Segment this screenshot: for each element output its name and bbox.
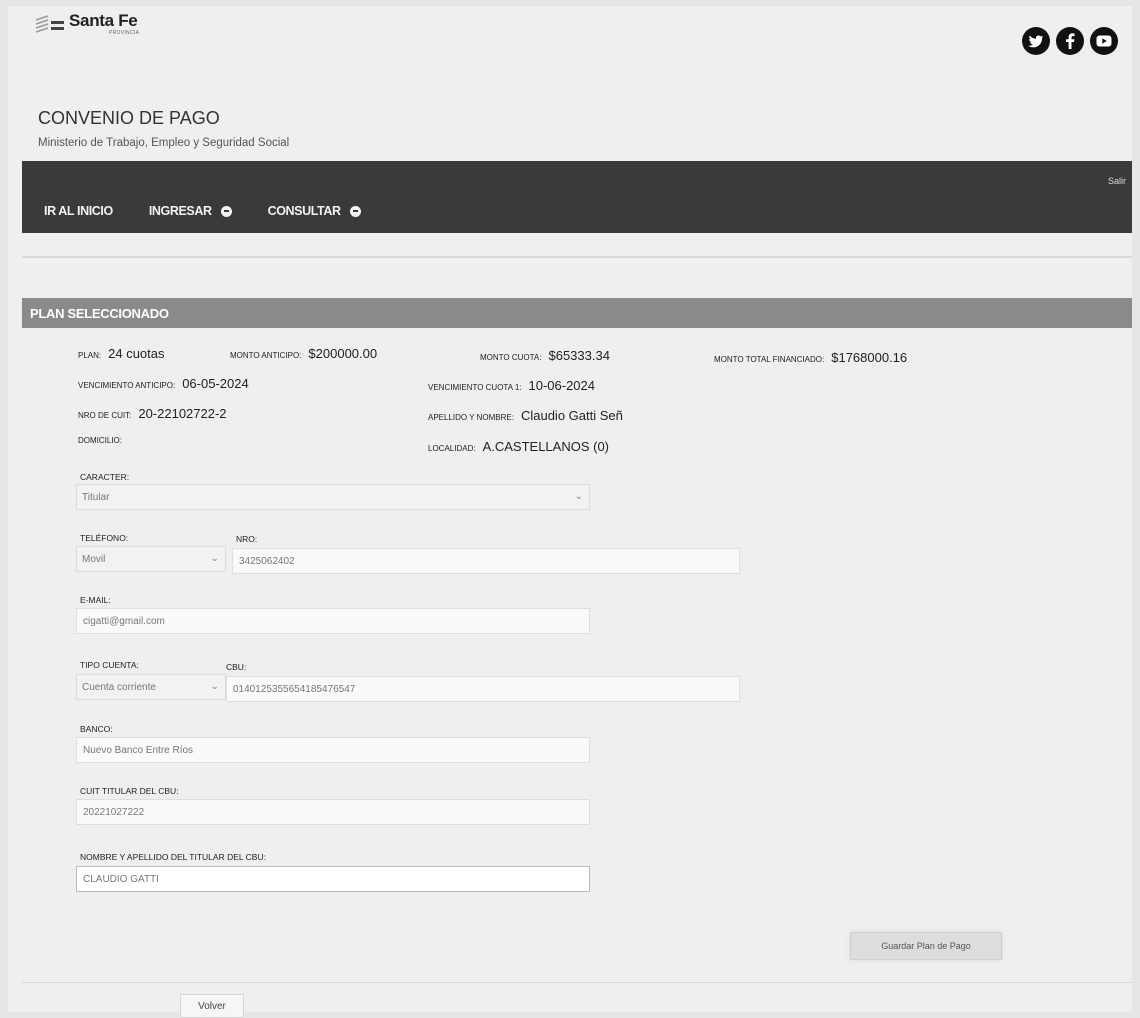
cuit-value: 20-22102722-2 xyxy=(138,406,227,421)
nro-input[interactable]: 3425062402 xyxy=(232,548,740,574)
collapse-icon xyxy=(349,205,361,217)
venc-anticipo-value: 06-05-2024 xyxy=(182,376,249,391)
anticipo-value: $200000.00 xyxy=(308,346,378,361)
nav-home[interactable]: IR AL INICIO xyxy=(44,204,113,218)
tipo-cuenta-select[interactable]: Cuenta corriente ⌄ xyxy=(76,674,226,700)
facebook-icon[interactable] xyxy=(1056,27,1084,55)
social-links xyxy=(1022,27,1118,55)
localidad-field: LOCALIDAD: A.CASTELLANOS (0) xyxy=(428,439,609,454)
venc-cuota-field: VENCIMIENTO CUOTA 1: 10-06-2024 xyxy=(428,378,595,393)
banco-label: BANCO: xyxy=(80,724,113,734)
nro-label: NRO: xyxy=(236,534,258,544)
venc-anticipo-field: VENCIMIENTO ANTICIPO: 06-05-2024 xyxy=(78,376,249,391)
chevron-down-icon: ⌄ xyxy=(210,553,219,564)
youtube-icon[interactable] xyxy=(1090,27,1118,55)
localidad-value: A.CASTELLANOS (0) xyxy=(482,439,610,454)
brand-subtitle: PROVINCIA xyxy=(109,30,140,36)
footer-divider xyxy=(22,982,1132,983)
domicilio-field: DOMICILIO: xyxy=(78,436,129,445)
chevron-down-icon: ⌄ xyxy=(574,491,583,502)
cbu-label: CBU: xyxy=(226,662,247,672)
venc-cuota-label: VENCIMIENTO CUOTA 1: xyxy=(428,383,522,392)
nav-ingresar[interactable]: INGRESAR xyxy=(149,204,232,218)
nav-ingresar-label: INGRESAR xyxy=(148,204,212,218)
tipo-cuenta-value: Cuenta corriente xyxy=(82,682,156,693)
cuota-value: $65333.34 xyxy=(548,348,610,363)
nombre-label: APELLIDO Y NOMBRE: xyxy=(428,413,514,422)
email-label: E-MAIL: xyxy=(80,595,111,605)
cuit-field: NRO DE CUIT: 20-22102722-2 xyxy=(78,406,227,421)
cuota-label: MONTO CUOTA: xyxy=(480,353,542,362)
domicilio-label: DOMICILIO: xyxy=(78,436,123,445)
tipo-cuenta-label: TIPO CUENTA: xyxy=(80,660,139,670)
telefono-value: Movil xyxy=(82,554,106,565)
brand-name: Santa Fe xyxy=(69,11,138,30)
chevron-down-icon: ⌄ xyxy=(210,681,219,692)
nav-consultar[interactable]: CONSULTAR xyxy=(268,204,361,218)
santa-fe-logo-icon xyxy=(35,15,64,33)
venc-anticipo-label: VENCIMIENTO ANTICIPO: xyxy=(78,381,176,390)
localidad-label: LOCALIDAD: xyxy=(428,444,476,453)
banco-input[interactable]: Nuevo Banco Entre Ríos xyxy=(76,737,590,763)
save-plan-button[interactable]: Guardar Plan de Pago xyxy=(850,932,1002,960)
caracter-label: CARACTER: xyxy=(80,472,130,482)
brand-logo[interactable]: Santa Fe PROVINCIA xyxy=(34,12,139,38)
nombre-titular-input[interactable]: CLAUDIO GATTI xyxy=(76,866,590,892)
telefono-select[interactable]: Movil ⌄ xyxy=(76,546,226,572)
plan-field: PLAN: 24 cuotas xyxy=(78,346,165,361)
total-value: $1768000.16 xyxy=(831,350,908,365)
nav-consultar-label: CONSULTAR xyxy=(267,204,341,218)
plan-label: PLAN: xyxy=(78,351,102,360)
twitter-icon[interactable] xyxy=(1022,27,1050,55)
cuit-label: NRO DE CUIT: xyxy=(78,411,132,420)
nombre-value: Claudio Gatti Señ xyxy=(520,408,623,423)
venc-cuota-value: 10-06-2024 xyxy=(528,378,596,393)
anticipo-label: MONTO ANTICIPO: xyxy=(230,351,302,360)
collapse-icon xyxy=(220,205,232,217)
cuota-field: MONTO CUOTA: $65333.34 xyxy=(480,348,610,363)
nombre-titular-label: NOMBRE Y APELLIDO DEL TITULAR DEL CBU: xyxy=(80,852,266,862)
cuit-titular-label: CUIT TITULAR DEL CBU: xyxy=(80,786,179,796)
page-subtitle: Ministerio de Trabajo, Empleo y Segurida… xyxy=(38,137,290,149)
nombre-field: APELLIDO Y NOMBRE: Claudio Gatti Señ xyxy=(428,408,623,423)
back-button[interactable]: Volver xyxy=(180,994,244,1018)
total-label: MONTO TOTAL FINANCIADO: xyxy=(714,355,825,364)
anticipo-field: MONTO ANTICIPO: $200000.00 xyxy=(230,346,377,361)
divider xyxy=(22,256,1132,258)
total-field: MONTO TOTAL FINANCIADO: $1768000.16 xyxy=(714,350,907,365)
page: Santa Fe PROVINCIA CONVENIO DE PAGO Mini… xyxy=(8,6,1132,1018)
plan-value: 24 cuotas xyxy=(108,346,165,361)
caracter-select[interactable]: Titular ⌄ xyxy=(76,484,590,510)
nav-home-label: IR AL INICIO xyxy=(44,204,113,218)
telefono-label: TELÉFONO: xyxy=(80,533,129,543)
cuit-titular-input[interactable]: 20221027222 xyxy=(76,799,590,825)
logout-link[interactable]: Salir xyxy=(1108,176,1126,186)
main-nav: Salir IR AL INICIO INGRESAR CONSULTAR xyxy=(22,161,1132,233)
caracter-value: Titular xyxy=(82,492,110,503)
cbu-input[interactable]: 0140125355654185476547 xyxy=(226,676,740,702)
section-header: PLAN SELECCIONADO xyxy=(22,298,1132,328)
email-input[interactable]: cigatti@gmail.com xyxy=(76,608,590,634)
page-title: CONVENIO DE PAGO xyxy=(38,108,220,128)
